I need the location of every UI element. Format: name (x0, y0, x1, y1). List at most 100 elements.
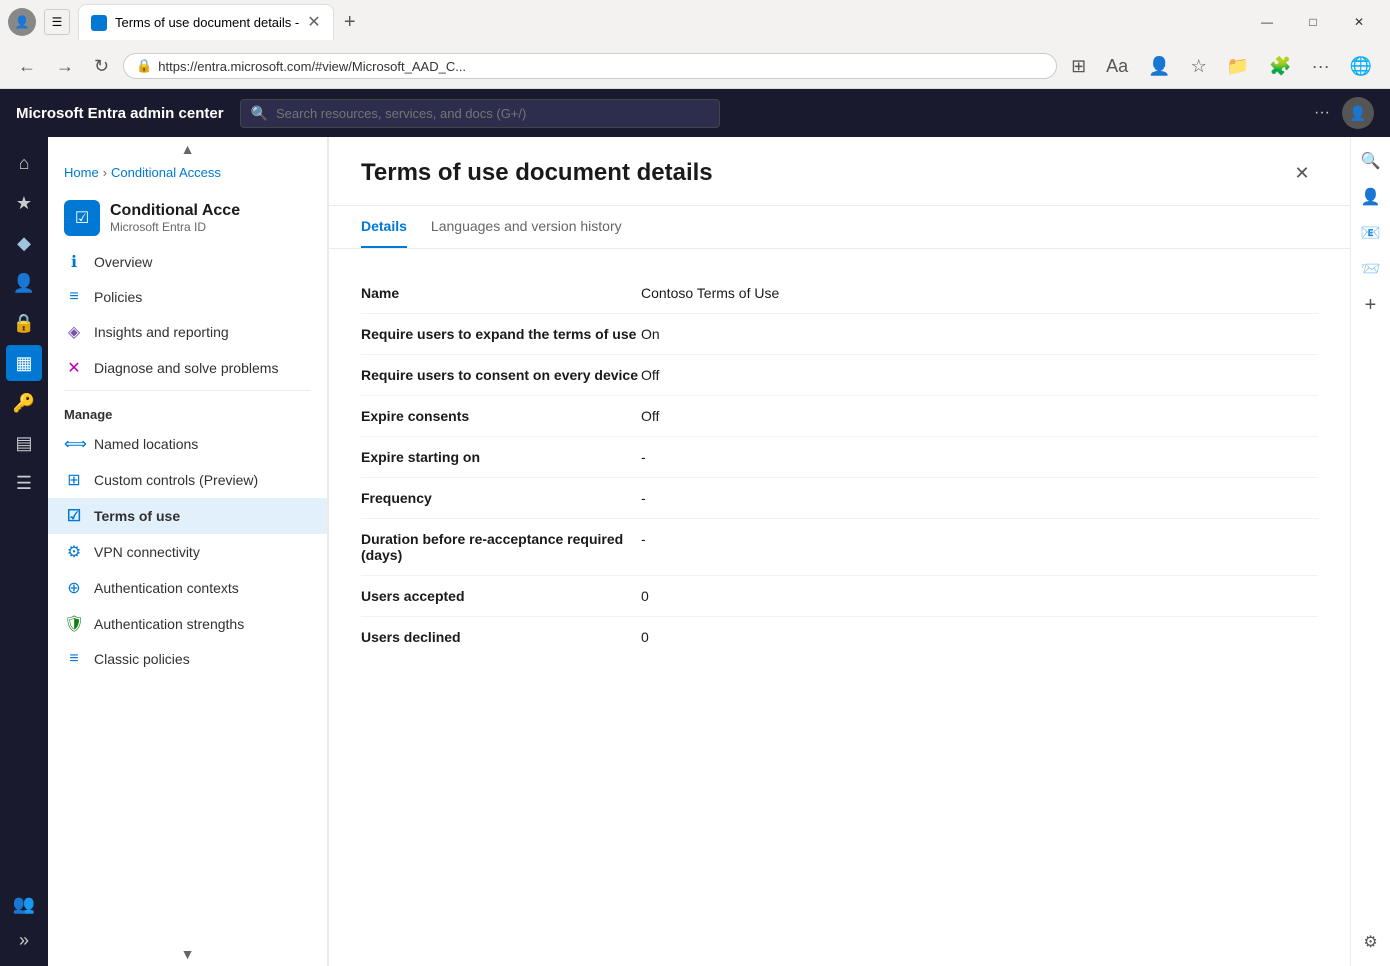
sidebar-item-custom-controls[interactable]: ⊞ Custom controls (Preview) (48, 462, 327, 498)
detail-row-duration: Duration before re-acceptance required (… (361, 519, 1318, 576)
refresh-button[interactable]: ↻ (88, 52, 115, 81)
sidebar-icon-users[interactable]: 👤 (6, 265, 42, 301)
sidebar-item-diagnose[interactable]: ✕ Diagnose and solve problems (48, 350, 327, 386)
sidebar-label-named-locations: Named locations (94, 436, 198, 452)
sidebar-item-named-locations[interactable]: ⟺ Named locations (48, 426, 327, 462)
sidebar-item-policies[interactable]: ≡ Policies (48, 280, 327, 314)
sidebar-label-insights: Insights and reporting (94, 324, 229, 340)
nav-more-icon[interactable]: ··· (1314, 104, 1330, 122)
search-input[interactable] (276, 106, 709, 121)
detail-row-users-accepted: Users accepted 0 (361, 576, 1318, 617)
forward-button[interactable]: → (50, 52, 80, 81)
sidebar-icon-users2[interactable]: 👥 (6, 886, 42, 922)
sidebar-icon-table[interactable]: ▦ (6, 345, 42, 381)
label-name: Name (361, 285, 641, 301)
tab-languages[interactable]: Languages and version history (431, 206, 622, 248)
sidebar-icon-home[interactable]: ⌂ (6, 145, 42, 181)
sidebar-item-auth-strengths[interactable]: 🛡 Authentication strengths (48, 606, 327, 642)
browser-split-btn[interactable]: ⊞ (1065, 52, 1092, 81)
browser-collections-btn[interactable]: 📁 (1221, 52, 1255, 81)
browser-favorites-btn[interactable]: ☆ (1185, 52, 1213, 81)
maximize-button[interactable]: □ (1290, 6, 1336, 38)
browser-sidebar-toggle[interactable]: ☰ (44, 9, 70, 35)
diagnose-icon: ✕ (64, 358, 84, 378)
detail-row-expire-starting: Expire starting on - (361, 437, 1318, 478)
detail-close-button[interactable]: ✕ (1286, 157, 1318, 189)
right-settings-icon[interactable]: ⚙ (1355, 926, 1387, 958)
tab-close-button[interactable]: ✕ (307, 15, 320, 31)
tab-title: Terms of use document details - (115, 15, 299, 30)
right-outlook-icon[interactable]: 📧 (1355, 217, 1387, 249)
sidebar-icon-favorites[interactable]: ★ (6, 185, 42, 221)
tab-details[interactable]: Details (361, 206, 407, 248)
sidebar-item-terms-of-use[interactable]: ☑ Terms of use (48, 498, 327, 534)
right-add-icon[interactable]: + (1355, 289, 1387, 321)
auth-strengths-icon: 🛡 (64, 614, 84, 634)
breadcrumb-home[interactable]: Home (64, 165, 99, 180)
detail-row-expand: Require users to expand the terms of use… (361, 314, 1318, 355)
label-frequency: Frequency (361, 490, 641, 506)
sidebar-logo-icon: ☑ (75, 208, 89, 228)
label-consent: Require users to consent on every device (361, 367, 641, 383)
right-send-icon[interactable]: 📨 (1355, 253, 1387, 285)
browser-extensions-btn[interactable]: 🧩 (1263, 52, 1297, 81)
url-input[interactable] (158, 59, 1044, 74)
sidebar-icon-expand[interactable]: » (6, 922, 42, 958)
label-expand: Require users to expand the terms of use (361, 326, 641, 342)
sidebar-item-vpn[interactable]: ⚙ VPN connectivity (48, 534, 327, 570)
sidebar-icon-key[interactable]: 🔑 (6, 385, 42, 421)
browser-edge-icon[interactable]: 🌐 (1344, 52, 1378, 81)
sidebar-item-classic-policies[interactable]: ≡ Classic policies (48, 642, 327, 676)
browser-chrome: 👤 ☰ Terms of use document details - ✕ + … (0, 0, 1390, 89)
breadcrumb-conditional-access[interactable]: Conditional Access (111, 165, 221, 180)
top-nav: Microsoft Entra admin center 🔍 ··· 👤 (0, 89, 1390, 137)
right-person-icon[interactable]: 👤 (1355, 181, 1387, 213)
browser-toolbar: ← → ↻ 🔒 ⊞ Aa 👤 ☆ 📁 🧩 ··· 🌐 (0, 44, 1390, 88)
detail-row-name: Name Contoso Terms of Use (361, 273, 1318, 314)
breadcrumb: Home › Conditional Access (48, 161, 327, 188)
scroll-down-button[interactable]: ▼ (48, 942, 327, 966)
detail-header: Terms of use document details ✕ (329, 137, 1350, 206)
detail-row-expire-consents: Expire consents Off (361, 396, 1318, 437)
icon-sidebar-bottom: 👥 » (6, 886, 42, 958)
sidebar-label-overview: Overview (94, 254, 152, 270)
label-expire-starting: Expire starting on (361, 449, 641, 465)
new-tab-button[interactable]: + (334, 6, 366, 38)
address-bar[interactable]: 🔒 (123, 53, 1057, 79)
sidebar-label-auth-strengths: Authentication strengths (94, 616, 244, 632)
app-title: Microsoft Entra admin center (16, 105, 224, 122)
vpn-icon: ⚙ (64, 542, 84, 562)
value-expire-consents: Off (641, 408, 1318, 424)
classic-policies-icon: ≡ (64, 650, 84, 668)
sidebar-item-overview[interactable]: ℹ Overview (48, 244, 327, 280)
sidebar-icon-monitor[interactable]: ▤ (6, 425, 42, 461)
value-duration: - (641, 531, 1318, 547)
app-container: Microsoft Entra admin center 🔍 ··· 👤 ⌂ ★… (0, 89, 1390, 966)
minimize-button[interactable]: — (1244, 6, 1290, 38)
detail-title: Terms of use document details (361, 159, 713, 187)
browser-more-btn[interactable]: ··· (1306, 52, 1336, 81)
sidebar-item-insights[interactable]: ◈ Insights and reporting (48, 314, 327, 350)
top-nav-right: ··· 👤 (1314, 97, 1374, 129)
sidebar-icon-list[interactable]: ☰ (6, 465, 42, 501)
sidebar-item-auth-contexts[interactable]: ⊕ Authentication contexts (48, 570, 327, 606)
auth-contexts-icon: ⊕ (64, 578, 84, 598)
browser-profile-btn[interactable]: 👤 (1142, 52, 1176, 81)
browser-tab[interactable]: Terms of use document details - ✕ (78, 4, 334, 40)
sidebar-label-vpn: VPN connectivity (94, 544, 200, 560)
sidebar-icon-diamond[interactable]: ◆ (6, 225, 42, 261)
user-avatar[interactable]: 👤 (1342, 97, 1374, 129)
close-button[interactable]: ✕ (1336, 6, 1382, 38)
search-box[interactable]: 🔍 (240, 99, 720, 128)
detail-row-frequency: Frequency - (361, 478, 1318, 519)
terms-icon: ☑ (64, 506, 84, 526)
right-search-icon[interactable]: 🔍 (1355, 145, 1387, 177)
breadcrumb-separator: › (103, 165, 107, 180)
scroll-up-button[interactable]: ▲ (48, 137, 327, 161)
sidebar-label-custom-controls: Custom controls (Preview) (94, 472, 258, 488)
sidebar-label-classic-policies: Classic policies (94, 651, 190, 667)
sidebar-icon-shield[interactable]: 🔒 (6, 305, 42, 341)
back-button[interactable]: ← (12, 52, 42, 81)
browser-reader-btn[interactable]: Aa (1100, 52, 1134, 81)
sidebar-header: ☑ Conditional Acce Microsoft Entra ID (48, 188, 327, 244)
